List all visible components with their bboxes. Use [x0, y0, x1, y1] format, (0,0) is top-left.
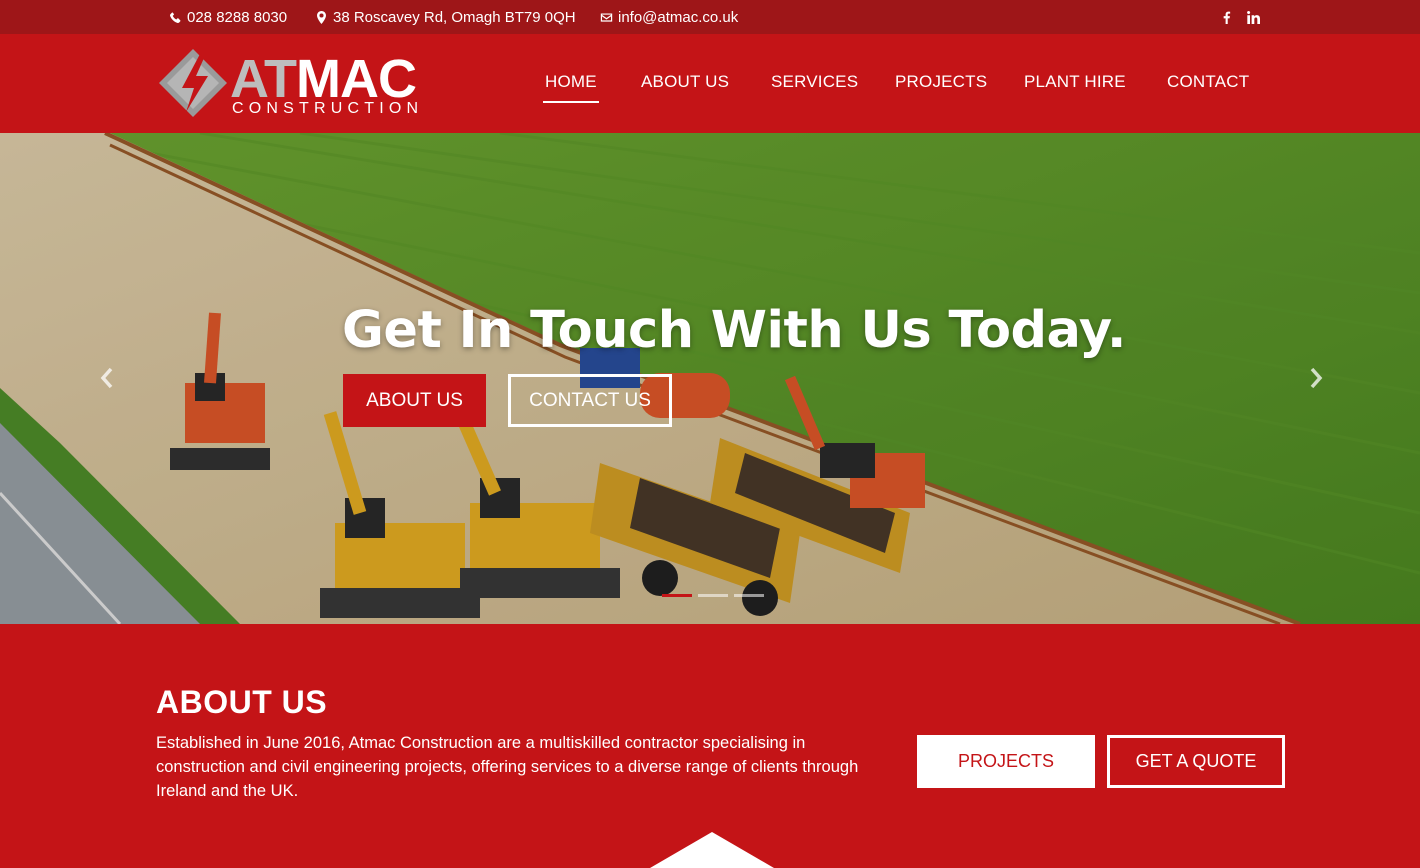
nav-home[interactable]: HOME: [543, 72, 599, 103]
envelope-icon: [600, 13, 613, 22]
top-bar: 028 8288 8030 38 Roscavey Rd, Omagh BT79…: [0, 0, 1420, 34]
nav-projects[interactable]: PROJECTS: [895, 72, 987, 92]
hero-background-image: [0, 133, 1420, 624]
phone-number: 028 8288 8030: [187, 9, 288, 26]
chevron-left-icon: [100, 367, 113, 389]
projects-button[interactable]: PROJECTS: [917, 735, 1095, 788]
address-contact: 38 Roscavey Rd, Omagh BT79 0QH: [315, 9, 576, 26]
site-header: ATMAC CONSTRUCTION HOME ABOUT US SERVICE…: [0, 34, 1420, 133]
address-text: 38 Roscavey Rd, Omagh BT79 0QH: [333, 9, 576, 26]
slider-next-arrow[interactable]: [1306, 366, 1326, 390]
hero-contact-us-button[interactable]: CONTACT US: [508, 374, 672, 427]
hero-about-us-button[interactable]: ABOUT US: [343, 374, 486, 427]
map-marker-icon: [317, 11, 326, 24]
phone-contact[interactable]: 028 8288 8030: [169, 9, 287, 26]
linkedin-icon: [1246, 10, 1260, 24]
facebook-icon: [1223, 11, 1230, 24]
about-description: Established in June 2016, Atmac Construc…: [156, 734, 859, 800]
about-title: ABOUT US: [156, 684, 328, 720]
hero-title: Get In Touch With Us Today.: [342, 301, 1126, 360]
get-a-quote-button[interactable]: GET A QUOTE: [1107, 735, 1285, 788]
chevron-right-icon: [1310, 367, 1323, 389]
slide-indicator-1[interactable]: [662, 594, 692, 597]
phone-icon: [170, 11, 181, 23]
email-address: info@atmac.co.uk: [618, 9, 739, 26]
slider-prev-arrow[interactable]: [97, 366, 117, 390]
nav-plant-hire[interactable]: PLANT HIRE: [1024, 72, 1126, 92]
nav-contact[interactable]: CONTACT: [1167, 72, 1249, 92]
nav-services[interactable]: SERVICES: [771, 72, 858, 92]
logo-subtitle: CONSTRUCTION: [232, 100, 424, 117]
slider-indicators: [662, 594, 764, 597]
hero-slider: Get In Touch With Us Today. ABOUT US CON…: [0, 133, 1420, 624]
section-divider-chevron: [650, 832, 774, 868]
email-contact[interactable]: info@atmac.co.uk: [600, 9, 738, 26]
slide-indicator-2[interactable]: [698, 594, 728, 597]
slide-indicator-3[interactable]: [734, 594, 764, 597]
atmac-logo[interactable]: ATMAC CONSTRUCTION: [158, 48, 418, 120]
linkedin-link[interactable]: [1245, 8, 1261, 26]
nav-about-us[interactable]: ABOUT US: [641, 72, 729, 92]
logo-mark-icon: [159, 49, 227, 117]
facebook-link[interactable]: [1218, 8, 1234, 26]
